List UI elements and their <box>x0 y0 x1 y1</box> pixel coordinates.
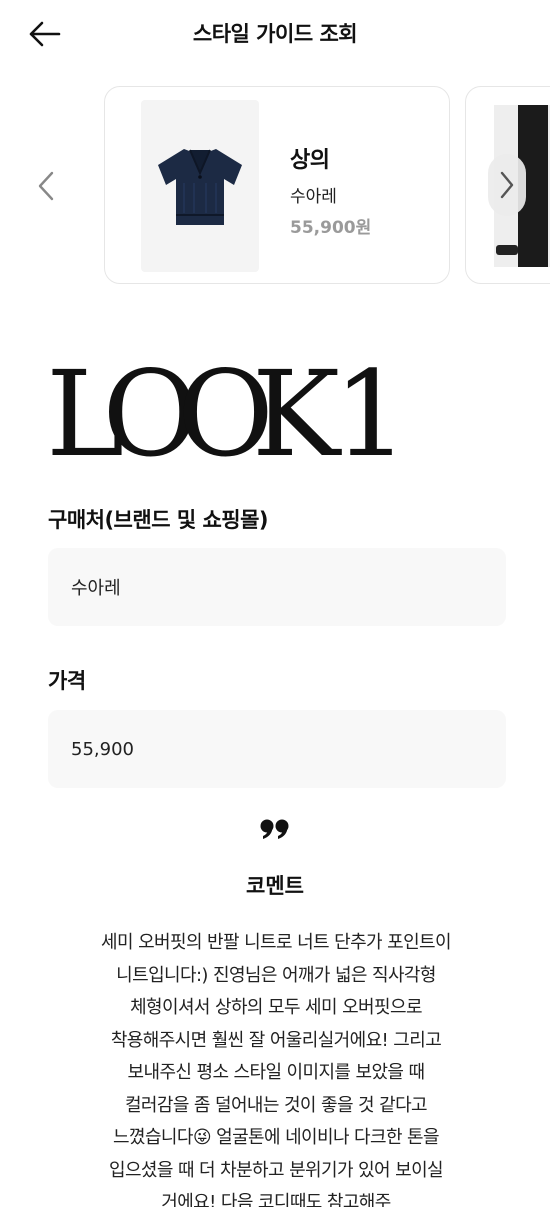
shop-field: 수아레 <box>48 548 506 626</box>
chevron-left-icon <box>38 171 54 201</box>
carousel-next-button[interactable] <box>488 154 526 216</box>
price-field: 55,900 <box>48 710 506 788</box>
shop-label: 구매처(브랜드 및 쇼핑몰) <box>48 508 269 532</box>
product-price: 55,900원 <box>290 218 372 238</box>
product-image <box>141 100 259 272</box>
product-carousel: 상의 수아레 55,900원 <box>0 86 550 286</box>
product-info: 상의 수아레 55,900원 <box>290 142 371 238</box>
product-category: 상의 <box>290 148 330 173</box>
comment-title: 코멘트 <box>246 874 304 898</box>
product-brand: 수아레 <box>290 187 337 207</box>
app-header: 스타일 가이드 조회 <box>0 0 550 66</box>
page-title: 스타일 가이드 조회 <box>192 22 358 46</box>
shoe-shape <box>496 245 518 255</box>
shirt-icon <box>158 149 242 225</box>
look-title: LOOK 1 <box>46 345 409 483</box>
quote-icon-wrap <box>0 818 550 840</box>
carousel-prev-button[interactable] <box>28 158 64 214</box>
chevron-right-icon <box>500 171 514 199</box>
price-label: 가격 <box>48 669 86 693</box>
quote-icon <box>260 819 289 839</box>
product-card[interactable]: 상의 수아레 55,900원 <box>104 86 450 284</box>
comment-body: 세미 오버핏의 반팔 니트로 너트 단추가 포인트이 니트입니다:) 진영님은 … <box>101 932 452 1207</box>
